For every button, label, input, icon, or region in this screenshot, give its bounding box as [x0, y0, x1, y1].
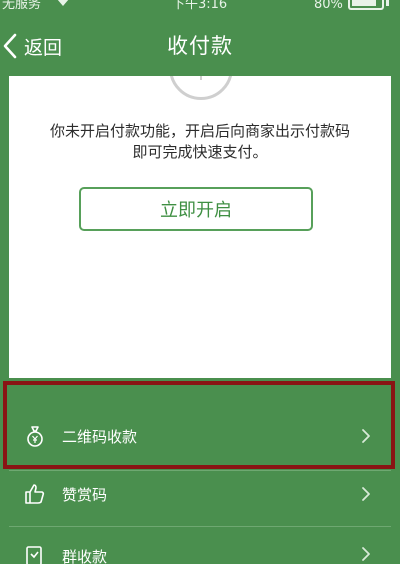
enable-now-button[interactable]: 立即开启: [79, 187, 313, 231]
money-bag-icon: [27, 426, 43, 447]
nav-bar: 返回 收付款: [0, 16, 400, 76]
thumbs-up-icon: [25, 484, 45, 504]
status-bar: 无服务 下午3:16 80%: [0, 0, 400, 16]
menu-item-appreciation-code[interactable]: 赞赏码: [9, 460, 391, 528]
section-separator: [9, 378, 391, 398]
chevron-right-icon: [362, 547, 370, 561]
circle-mark: [200, 76, 202, 80]
description-line-1: 你未开启付款功能，开启后向商家出示付款码: [49, 122, 350, 140]
page-title: 收付款: [167, 34, 233, 58]
group-collect-icon: [26, 546, 42, 564]
menu-item-label: 群收款: [62, 548, 108, 564]
wifi-icon: [56, 0, 70, 10]
payment-code-card: 你未开启付款功能，开启后向商家出示付款码 即可完成快速支付。 立即开启: [9, 76, 391, 378]
menu-item-label: 赞赏码: [62, 485, 108, 504]
description-line-2: 即可完成快速支付。: [132, 143, 268, 161]
chevron-right-icon: [362, 487, 370, 501]
clock-text: 下午3:16: [172, 0, 228, 12]
battery-icon: [348, 0, 384, 10]
carrier-text: 无服务: [2, 0, 42, 12]
battery-tip: [386, 0, 389, 6]
menu-item-group-collect[interactable]: 群收款: [9, 520, 391, 564]
battery-percent: 80%: [314, 0, 343, 12]
menu-item-label: 二维码收款: [62, 427, 138, 446]
chevron-right-icon: [362, 429, 370, 443]
payment-disabled-description: 你未开启付款功能，开启后向商家出示付款码 即可完成快速支付。: [9, 121, 391, 163]
